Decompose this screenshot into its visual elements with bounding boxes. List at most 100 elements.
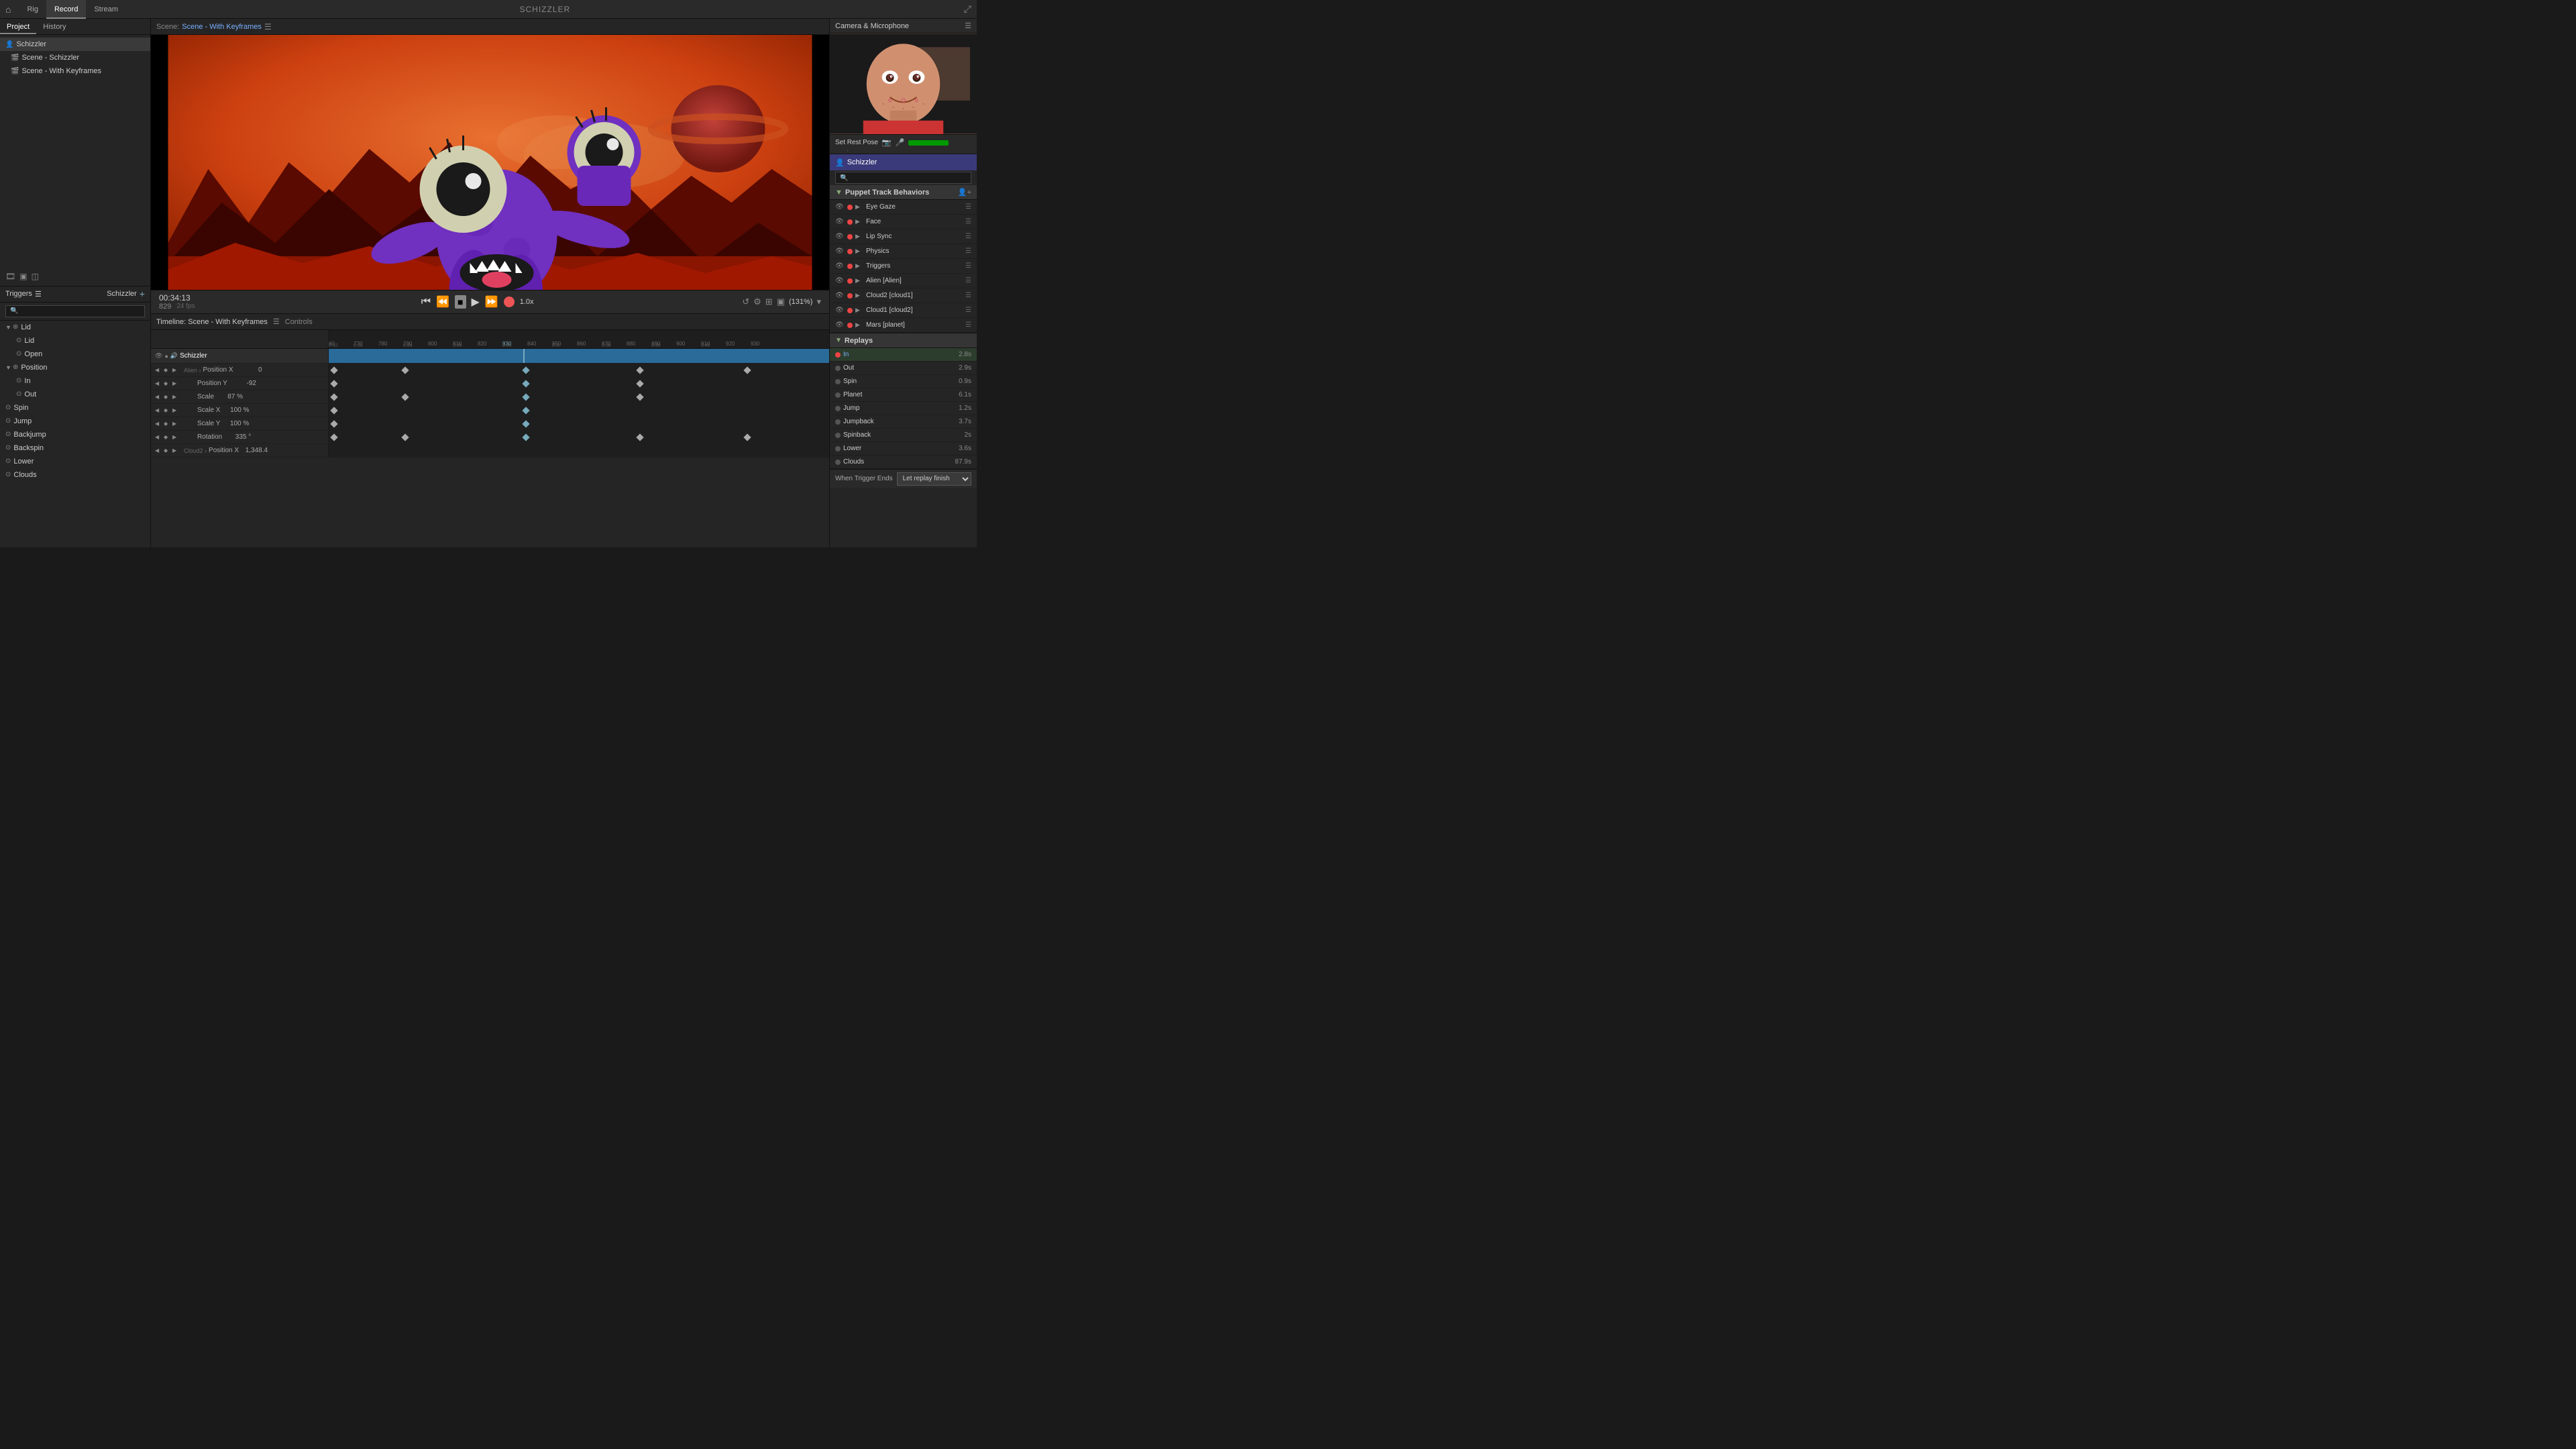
rec-lip-sync[interactable]	[847, 234, 853, 239]
expand-face[interactable]: ▶	[855, 218, 863, 225]
tab-history[interactable]: History	[36, 19, 72, 34]
vis-eye-gaze[interactable]: 👁	[835, 203, 845, 211]
nav-tiny-2[interactable]: ▶	[172, 367, 179, 373]
kf-3[interactable]	[522, 366, 529, 374]
scene-name-link[interactable]: Scene - With Keyframes	[182, 23, 262, 31]
trigger-backspin-item[interactable]: ⊙ Backspin	[0, 441, 150, 455]
posy-track[interactable]	[329, 377, 829, 390]
camera-menu-icon[interactable]: ☰	[965, 21, 971, 30]
rec-dot-schizzler[interactable]: ●	[164, 353, 168, 360]
nav-tiny-sy2[interactable]: ▶	[172, 421, 179, 427]
loop-play-btn[interactable]: ⏩	[485, 295, 498, 309]
vis-physics[interactable]: 👁	[835, 248, 845, 255]
trigger-search-input[interactable]	[5, 305, 145, 317]
nav-tiny-r1[interactable]: ◆	[164, 434, 170, 440]
nav-tiny-sc2[interactable]: ▶	[172, 394, 179, 400]
replay-out-label[interactable]: Out	[843, 364, 949, 372]
bg-icon[interactable]: ▣	[777, 297, 785, 307]
kf-sc1[interactable]	[330, 393, 337, 400]
nav-tiny-c1[interactable]: ◆	[164, 447, 170, 453]
film-icon[interactable]: 🎞	[5, 272, 15, 281]
trigger-clouds-item[interactable]: ⊙ Clouds	[0, 468, 150, 482]
vis-tiny-sx1[interactable]: ◀	[155, 407, 162, 413]
replay-planet-label[interactable]: Planet	[843, 391, 949, 398]
triggers-menu-icon[interactable]: ☰	[35, 290, 42, 299]
posx-track[interactable]	[329, 364, 829, 376]
rec-mars[interactable]	[847, 323, 853, 328]
kf-sx1[interactable]	[330, 407, 337, 414]
rec-replay-clouds[interactable]	[835, 460, 841, 465]
menu-cloud1[interactable]: ☰	[965, 307, 971, 314]
expand-alien[interactable]: ▶	[855, 277, 863, 284]
trigger-in-item[interactable]: ⊙ In	[0, 374, 150, 388]
nav-tiny-sy1[interactable]: ◆	[164, 421, 170, 427]
vis-tiny-sc1[interactable]: ◀	[155, 394, 162, 400]
step-back-btn[interactable]: ⏪	[436, 295, 449, 309]
replay-lower-label[interactable]: Lower	[843, 445, 949, 452]
trigger-spin-item[interactable]: ⊙ Spin	[0, 401, 150, 415]
layers-icon[interactable]: ◫	[32, 272, 39, 281]
vis-icon-schizzler[interactable]: 👁	[155, 352, 162, 360]
expand-eye-gaze[interactable]: ▶	[855, 203, 863, 211]
trigger-backjump-item[interactable]: ⊙ Backjump	[0, 428, 150, 441]
trigger-lid-group[interactable]: ▼ ⊕ Lid	[0, 321, 150, 334]
view-icon[interactable]: ⊞	[765, 297, 773, 307]
rec-replay-lower[interactable]	[835, 446, 841, 451]
kf-sc4[interactable]	[636, 393, 643, 400]
scalex-track[interactable]	[329, 404, 829, 417]
menu-eye-gaze[interactable]: ☰	[965, 203, 971, 211]
tab-record[interactable]: Record	[46, 0, 86, 19]
nav-tiny-sc1[interactable]: ◆	[164, 394, 170, 400]
behaviors-group-header[interactable]: ▼ Puppet Track Behaviors 👤+	[830, 185, 977, 200]
rec-cloud1[interactable]	[847, 308, 853, 313]
menu-lip-sync[interactable]: ☰	[965, 233, 971, 240]
replay-in-label[interactable]: In	[843, 351, 949, 358]
vis-alien[interactable]: 👁	[835, 277, 845, 284]
tab-controls[interactable]: Controls	[285, 318, 313, 326]
when-trigger-select[interactable]: Let replay finish	[897, 472, 971, 486]
expand-cloud1[interactable]: ▶	[855, 307, 863, 314]
tab-stream[interactable]: Stream	[86, 0, 125, 19]
rest-pose-label[interactable]: Set Rest Pose	[835, 139, 878, 146]
vis-cloud1[interactable]: 👁	[835, 307, 845, 314]
timeline-menu-icon[interactable]: ☰	[273, 317, 280, 326]
replay-jumpback-label[interactable]: Jumpback	[843, 418, 949, 425]
vis-mars[interactable]: 👁	[835, 321, 845, 329]
trigger-out-item[interactable]: ⊙ Out	[0, 388, 150, 401]
rec-replay-out[interactable]	[835, 366, 841, 371]
record-btn[interactable]	[504, 297, 515, 307]
rotation-track[interactable]	[329, 431, 829, 443]
camera-icon-small[interactable]: 📷	[882, 138, 892, 147]
menu-triggers[interactable]: ☰	[965, 262, 971, 270]
scaley-track[interactable]	[329, 417, 829, 430]
vis-tiny-sy1[interactable]: ◀	[155, 421, 162, 427]
menu-physics[interactable]: ☰	[965, 248, 971, 255]
kf-1[interactable]	[330, 366, 337, 374]
tree-item-scene1[interactable]: 🎬 Scene - Schizzler	[0, 51, 150, 64]
stop-btn[interactable]: ■	[455, 295, 466, 309]
tree-item-scene2[interactable]: 🎬 Scene - With Keyframes	[0, 64, 150, 78]
kf-sx2[interactable]	[522, 407, 529, 414]
loop-icon[interactable]: ↺	[742, 297, 749, 307]
tab-project[interactable]: Project	[0, 19, 36, 34]
kf-py3[interactable]	[636, 380, 643, 387]
settings-icon[interactable]: ⚙	[753, 297, 761, 307]
kf-r3[interactable]	[522, 433, 529, 441]
trigger-open-item[interactable]: ⊙ Open	[0, 347, 150, 361]
kf-sc2[interactable]	[401, 393, 409, 400]
scale-track[interactable]	[329, 390, 829, 403]
menu-alien[interactable]: ☰	[965, 277, 971, 284]
vis-tiny-1[interactable]: ◀	[155, 367, 162, 373]
rec-eye-gaze[interactable]	[847, 205, 853, 210]
kf-r4[interactable]	[636, 433, 643, 441]
trigger-position-group[interactable]: ▼ ⊕ Position	[0, 361, 150, 374]
kf-py2[interactable]	[522, 380, 529, 387]
rec-alien[interactable]	[847, 278, 853, 284]
scene-menu-icon[interactable]: ☰	[264, 22, 272, 32]
home-icon[interactable]: ⌂	[5, 4, 11, 15]
trigger-lower-item[interactable]: ⊙ Lower	[0, 455, 150, 468]
kf-sy2[interactable]	[522, 420, 529, 427]
expand-mars[interactable]: ▶	[855, 321, 863, 329]
cloud2-posx-track[interactable]	[329, 444, 829, 457]
rec-physics[interactable]	[847, 249, 853, 254]
